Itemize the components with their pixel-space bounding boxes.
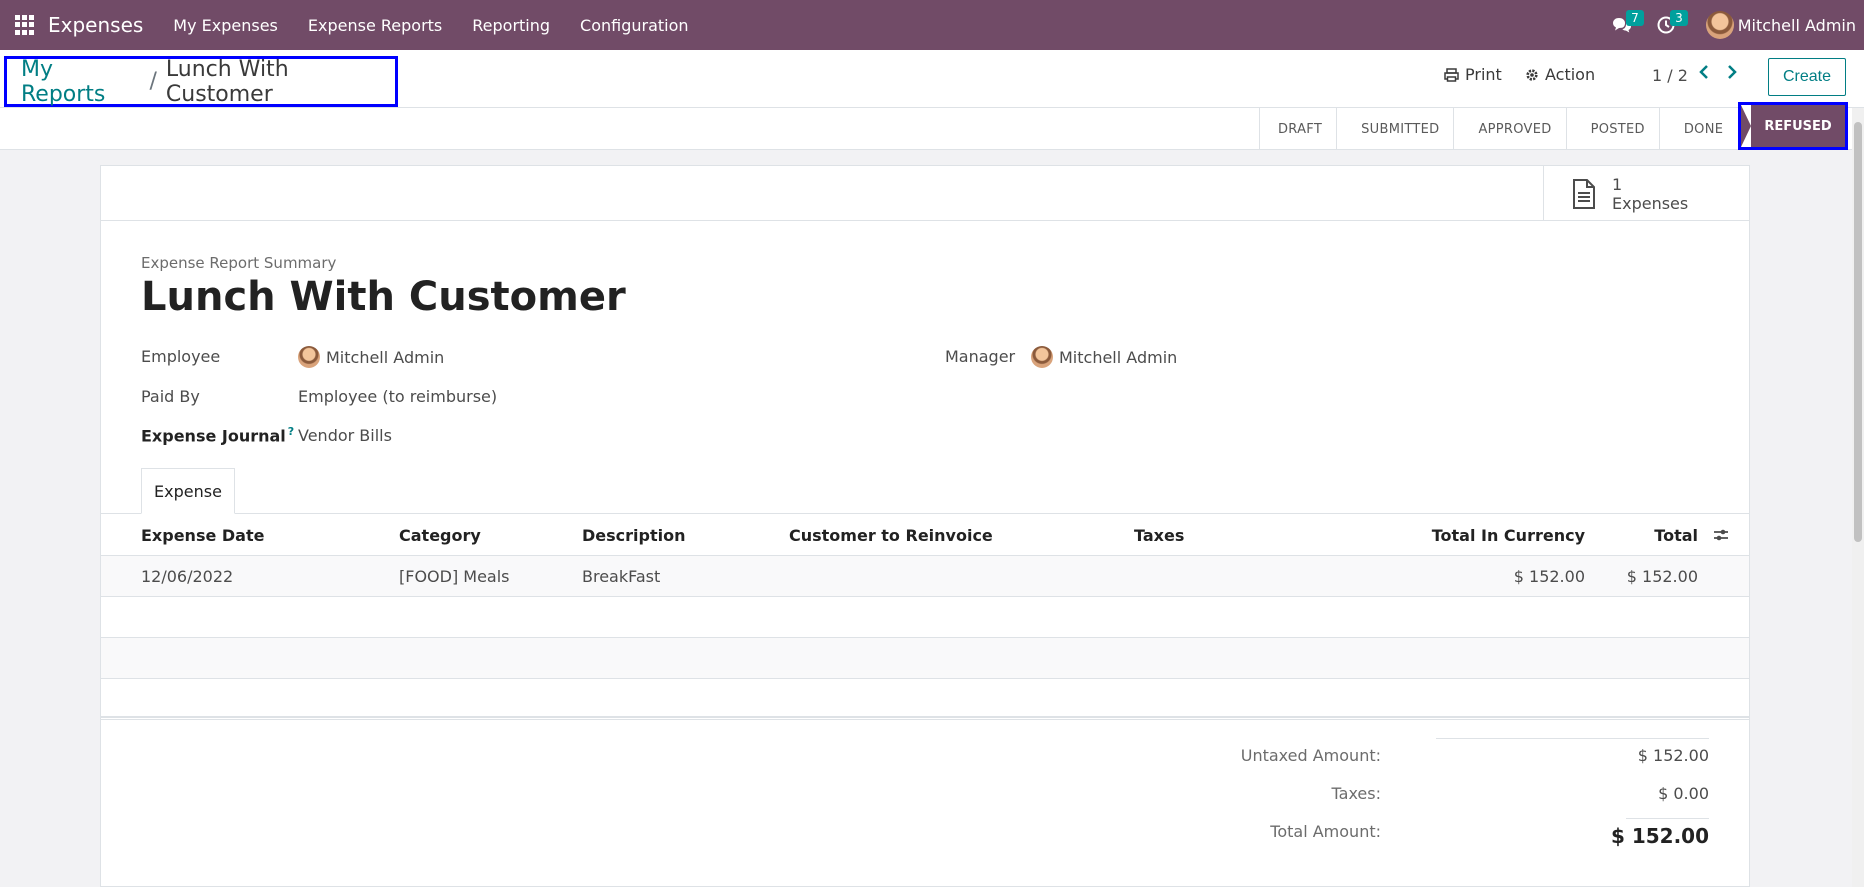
table-empty-row xyxy=(101,679,1749,720)
stage-arrow xyxy=(1741,105,1751,147)
statusbar: DRAFT SUBMITTED APPROVED POSTED DONE xyxy=(1259,108,1737,150)
stage-draft-label: DRAFT xyxy=(1278,121,1323,137)
expenses-count: 1 xyxy=(1612,174,1623,194)
printer-icon xyxy=(1444,67,1459,82)
expenses-label: Expenses xyxy=(1612,193,1689,213)
column-total[interactable]: Total xyxy=(1601,526,1698,545)
column-category[interactable]: Category xyxy=(399,526,481,545)
action-button[interactable]: Action xyxy=(1525,65,1595,84)
expense-journal-label-text: Expense Journal xyxy=(141,426,286,446)
document-icon xyxy=(1573,178,1595,209)
totals-divider-top xyxy=(1436,738,1709,739)
scrollbar-thumb[interactable] xyxy=(1854,122,1862,542)
active-stage-highlight: REFUSED xyxy=(1738,102,1848,150)
totals-divider-bottom xyxy=(1626,818,1709,819)
stage-posted-label: POSTED xyxy=(1590,121,1645,137)
gear-icon xyxy=(1526,68,1538,81)
print-label: Print xyxy=(1465,65,1502,84)
table-empty-row xyxy=(101,597,1749,638)
chevron-right-icon xyxy=(1728,65,1737,79)
stage-refused-label: REFUSED xyxy=(1764,118,1832,134)
employee-value: Mitchell Admin xyxy=(326,347,445,367)
apps-menu-icon[interactable] xyxy=(15,15,35,35)
paid-by-label: Paid By xyxy=(141,387,200,406)
untaxed-amount-value: $ 152.00 xyxy=(1637,746,1709,765)
messages-button[interactable]: 7 xyxy=(1608,10,1644,40)
table-empty-row xyxy=(101,638,1749,679)
pager-value[interactable]: 1 / 2 xyxy=(1652,66,1688,85)
employee-label: Employee xyxy=(141,347,221,366)
table-row[interactable]: 12/06/2022 [FOOD] Meals BreakFast $ 152.… xyxy=(101,556,1749,597)
expense-table-header: Expense Date Category Description Custom… xyxy=(101,514,1749,556)
chevron-left-icon xyxy=(1699,65,1708,79)
column-description[interactable]: Description xyxy=(582,526,685,545)
optional-columns-icon[interactable] xyxy=(1713,528,1729,542)
breadcrumb-separator: / xyxy=(149,69,157,94)
expense-journal-value[interactable]: Vendor Bills xyxy=(298,426,392,445)
pager-next-button[interactable] xyxy=(1727,64,1737,85)
breadcrumb-current: Lunch With Customer xyxy=(165,56,289,107)
page-title[interactable]: Lunch With Customer xyxy=(141,274,626,320)
statusbar-area: DRAFT SUBMITTED APPROVED POSTED DONE xyxy=(0,108,1852,150)
stage-submitted[interactable]: SUBMITTED xyxy=(1336,108,1453,150)
manager-avatar xyxy=(1031,346,1053,368)
taxes-value: $ 0.00 xyxy=(1658,784,1709,803)
breadcrumb: My Reports / Lunch With Customer xyxy=(4,56,398,107)
cell-expense-date: 12/06/2022 xyxy=(141,567,234,586)
menu-expense-reports[interactable]: Expense Reports xyxy=(308,16,442,35)
create-button[interactable]: Create xyxy=(1768,58,1846,96)
user-avatar[interactable] xyxy=(1705,11,1734,39)
tab-expense[interactable]: Expense xyxy=(141,468,235,514)
total-amount-label: Total Amount: xyxy=(1270,822,1381,841)
stage-approved[interactable]: APPROVED xyxy=(1453,108,1565,150)
manager-label: Manager xyxy=(945,347,1016,366)
manager-field[interactable]: Mitchell Admin xyxy=(1031,346,1177,368)
table-footer-divider xyxy=(101,716,1749,718)
total-amount-value: $ 152.00 xyxy=(1610,824,1709,848)
taxes-label: Taxes: xyxy=(1331,784,1381,803)
pager-previous-button[interactable] xyxy=(1699,64,1709,85)
cell-description: BreakFast xyxy=(582,567,661,586)
print-button[interactable]: Print xyxy=(1444,65,1502,84)
stage-draft[interactable]: DRAFT xyxy=(1259,108,1336,150)
untaxed-amount-label: Untaxed Amount: xyxy=(1240,746,1381,765)
breadcrumb-my-reports[interactable]: My Reports xyxy=(21,57,140,107)
stage-submitted-label: SUBMITTED xyxy=(1361,121,1440,137)
action-label: Action xyxy=(1545,65,1596,84)
user-name[interactable]: Mitchell Admin xyxy=(1738,16,1856,35)
expenses-smart-button[interactable]: 1 Expenses xyxy=(1543,166,1749,221)
form-subtitle: Expense Report Summary xyxy=(141,254,337,272)
stage-refused[interactable]: REFUSED xyxy=(1741,105,1845,147)
control-panel: My Reports / Lunch With Customer Print A… xyxy=(0,50,1864,108)
column-customer-to-reinvoice[interactable]: Customer to Reinvoice xyxy=(789,526,993,545)
activities-button[interactable]: 3 xyxy=(1652,10,1688,40)
app-name[interactable]: Expenses xyxy=(48,13,143,37)
menu-my-expenses[interactable]: My Expenses xyxy=(173,16,278,35)
form-sheet: 1 Expenses Expense Report Summary Lunch … xyxy=(100,165,1750,887)
activities-count-badge: 3 xyxy=(1670,10,1688,26)
messages-count-badge: 7 xyxy=(1626,10,1644,26)
stage-done-label: DONE xyxy=(1683,121,1724,137)
stage-done[interactable]: DONE xyxy=(1658,108,1737,150)
page-scrollbar[interactable] xyxy=(1852,108,1864,887)
menu-reporting[interactable]: Reporting xyxy=(472,16,550,35)
help-icon[interactable]: ? xyxy=(288,425,294,438)
cell-category: [FOOD] Meals xyxy=(399,567,510,586)
paid-by-value[interactable]: Employee (to reimburse) xyxy=(298,387,497,406)
menu-configuration[interactable]: Configuration xyxy=(580,16,689,35)
cell-total: $ 152.00 xyxy=(1626,567,1698,586)
column-taxes[interactable]: Taxes xyxy=(1134,526,1184,545)
expense-journal-label: Expense Journal? xyxy=(141,425,294,445)
column-expense-date[interactable]: Expense Date xyxy=(141,526,264,545)
column-total-in-currency[interactable]: Total In Currency xyxy=(1201,526,1585,545)
top-navbar: Expenses My Expenses Expense Reports Rep… xyxy=(0,0,1864,50)
stage-posted[interactable]: POSTED xyxy=(1565,108,1659,150)
employee-avatar xyxy=(298,346,320,368)
button-box: 1 Expenses xyxy=(101,166,1749,221)
employee-field[interactable]: Mitchell Admin xyxy=(298,346,444,368)
manager-value: Mitchell Admin xyxy=(1059,347,1178,367)
stage-approved-label: APPROVED xyxy=(1478,121,1552,137)
